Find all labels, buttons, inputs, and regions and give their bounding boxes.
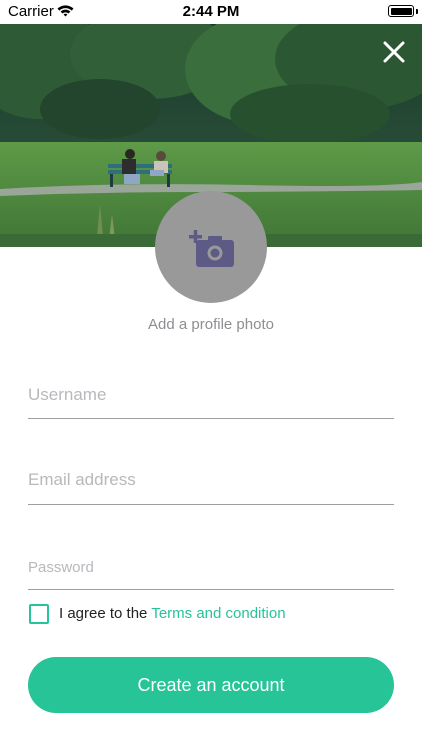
status-time: 2:44 PM: [182, 3, 240, 20]
password-input[interactable]: [28, 555, 394, 579]
status-bar: Carrier 2:44 PM: [0, 0, 422, 24]
battery-tip: [416, 8, 418, 14]
battery-icon: [388, 5, 414, 17]
add-photo-camera-icon: [189, 230, 234, 267]
create-account-button[interactable]: Create an account: [28, 657, 394, 713]
terms-link[interactable]: Terms and condition: [151, 605, 285, 622]
close-button[interactable]: [380, 38, 408, 66]
agree-text: I agree to the: [59, 605, 148, 622]
username-input[interactable]: [28, 382, 394, 408]
close-icon: [383, 41, 405, 63]
email-underline: [28, 504, 394, 505]
terms-agreement: I agree to the Terms and condition: [59, 604, 286, 624]
email-input[interactable]: [28, 467, 394, 493]
username-underline: [28, 418, 394, 419]
add-photo-label: Add a profile photo: [148, 316, 274, 333]
password-underline: [28, 589, 394, 590]
terms-checkbox[interactable]: [29, 604, 49, 624]
